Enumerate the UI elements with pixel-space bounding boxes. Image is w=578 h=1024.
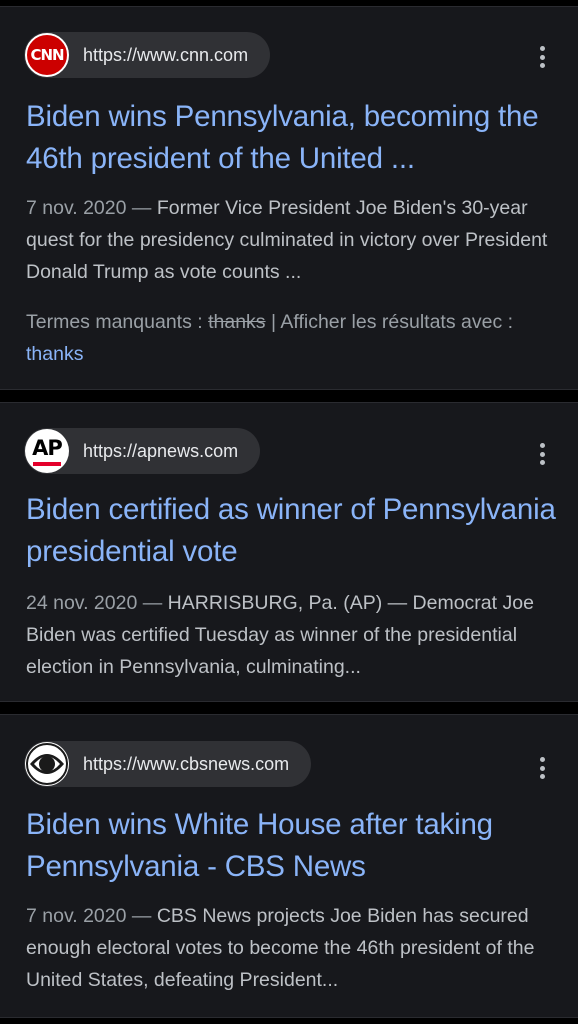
result-date: 7 nov. 2020 <box>26 197 127 219</box>
result-date: 7 nov. 2020 <box>26 905 127 927</box>
date-separator: — <box>137 592 168 614</box>
result-title-link[interactable]: Biden wins White House after taking Penn… <box>26 804 556 888</box>
source-url[interactable]: https://www.cbsnews.com <box>83 754 289 775</box>
result-date: 24 nov. 2020 <box>26 592 138 614</box>
search-result-card: https://www.cbsnews.com Biden wins White… <box>0 714 578 1018</box>
missing-terms-line: Termes manquants : thanks | Afficher les… <box>26 306 556 370</box>
search-result-card: AP https://apnews.com Biden certified as… <box>0 402 578 702</box>
show-results-label: | Afficher les résultats avec : <box>265 311 514 333</box>
missing-term: thanks <box>208 311 266 333</box>
result-title-link[interactable]: Biden certified as winner of Pennsylvani… <box>26 489 556 573</box>
source-url-chip[interactable]: AP https://apnews.com <box>24 428 261 474</box>
cnn-logo-icon: CNN <box>25 33 69 77</box>
show-results-with-link[interactable]: thanks <box>26 343 83 365</box>
cbs-eye-logo-icon <box>25 742 69 786</box>
result-title-link[interactable]: Biden wins Pennsylvania, becoming the 46… <box>26 96 556 180</box>
ap-logo-text: AP <box>32 436 63 460</box>
ap-logo-underline <box>33 462 61 466</box>
missing-terms-label: Termes manquants : <box>26 311 209 333</box>
result-snippet: 24 nov. 2020 — HARRISBURG, Pa. (AP) — De… <box>26 587 556 683</box>
source-url-chip[interactable]: https://www.cbsnews.com <box>24 741 312 787</box>
source-url[interactable]: https://www.cnn.com <box>83 45 248 66</box>
source-url-chip[interactable]: CNN https://www.cnn.com <box>24 32 271 78</box>
ap-logo-icon: AP <box>25 429 69 473</box>
more-options-icon[interactable] <box>534 755 550 781</box>
date-separator: — <box>126 905 157 927</box>
date-separator: — <box>126 197 157 219</box>
result-snippet: 7 nov. 2020 — CBS News projects Joe Bide… <box>26 900 556 996</box>
result-snippet: 7 nov. 2020 — Former Vice President Joe … <box>26 192 556 288</box>
cnn-logo-text: CNN <box>30 46 64 64</box>
more-options-icon[interactable] <box>534 44 550 70</box>
more-options-icon[interactable] <box>534 441 550 467</box>
search-result-card: CNN https://www.cnn.com Biden wins Penns… <box>0 6 578 390</box>
source-url[interactable]: https://apnews.com <box>83 441 238 462</box>
